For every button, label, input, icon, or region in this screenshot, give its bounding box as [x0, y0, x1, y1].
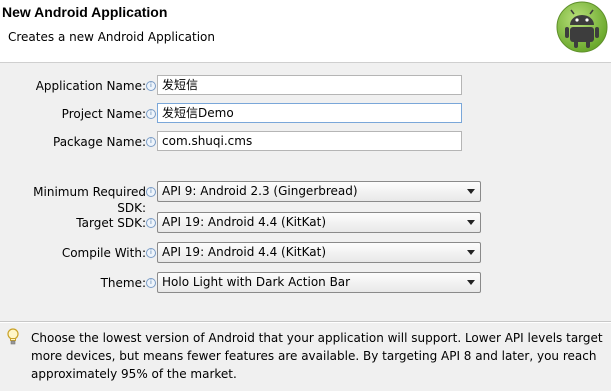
theme-value: Holo Light with Dark Action Bar — [162, 275, 351, 289]
theme-label: Theme: — [100, 276, 146, 290]
min-sdk-label: Minimum Required SDK: — [33, 185, 146, 215]
application-name-input[interactable]: 发短信 — [157, 75, 462, 95]
compile-with-dropdown[interactable]: API 19: Android 4.4 (KitKat) — [157, 242, 481, 263]
chevron-down-icon — [467, 189, 475, 194]
info-icon: i — [146, 137, 156, 147]
wizard-subtitle: Creates a new Android Application — [8, 30, 215, 44]
min-sdk-value: API 9: Android 2.3 (Gingerbread) — [162, 184, 358, 198]
compile-with-value: API 19: Android 4.4 (KitKat) — [162, 245, 327, 259]
theme-dropdown[interactable]: Holo Light with Dark Action Bar — [157, 272, 481, 293]
target-sdk-label: Target SDK: — [76, 216, 146, 230]
chevron-down-icon — [467, 250, 475, 255]
compile-with-label: Compile With: — [61, 246, 146, 260]
chevron-down-icon — [467, 280, 475, 285]
chevron-down-icon — [467, 220, 475, 225]
package-name-label: Package Name: — [53, 135, 146, 149]
wizard-title: New Android Application — [2, 4, 168, 20]
info-icon: i — [146, 278, 156, 288]
target-sdk-dropdown[interactable]: API 19: Android 4.4 (KitKat) — [157, 212, 481, 233]
help-text: Choose the lowest version of Android tha… — [31, 331, 603, 381]
project-name-input[interactable]: 发短信Demo — [157, 103, 462, 123]
wizard-header: New Android Application Creates a new An… — [0, 0, 611, 63]
info-icon: i — [146, 187, 156, 197]
package-name-input[interactable]: com.shuqi.cms — [157, 131, 462, 151]
project-name-label: Project Name: — [61, 107, 146, 121]
target-sdk-value: API 19: Android 4.4 (KitKat) — [162, 215, 327, 229]
info-icon: i — [146, 218, 156, 228]
info-icon: i — [146, 109, 156, 119]
android-logo-icon — [556, 1, 608, 53]
min-sdk-dropdown[interactable]: API 9: Android 2.3 (Gingerbread) — [157, 181, 481, 202]
info-icon: i — [146, 81, 156, 91]
application-name-label: Application Name: — [35, 79, 146, 93]
separator — [0, 321, 611, 323]
info-icon: i — [146, 248, 156, 258]
lightbulb-icon — [7, 328, 19, 345]
